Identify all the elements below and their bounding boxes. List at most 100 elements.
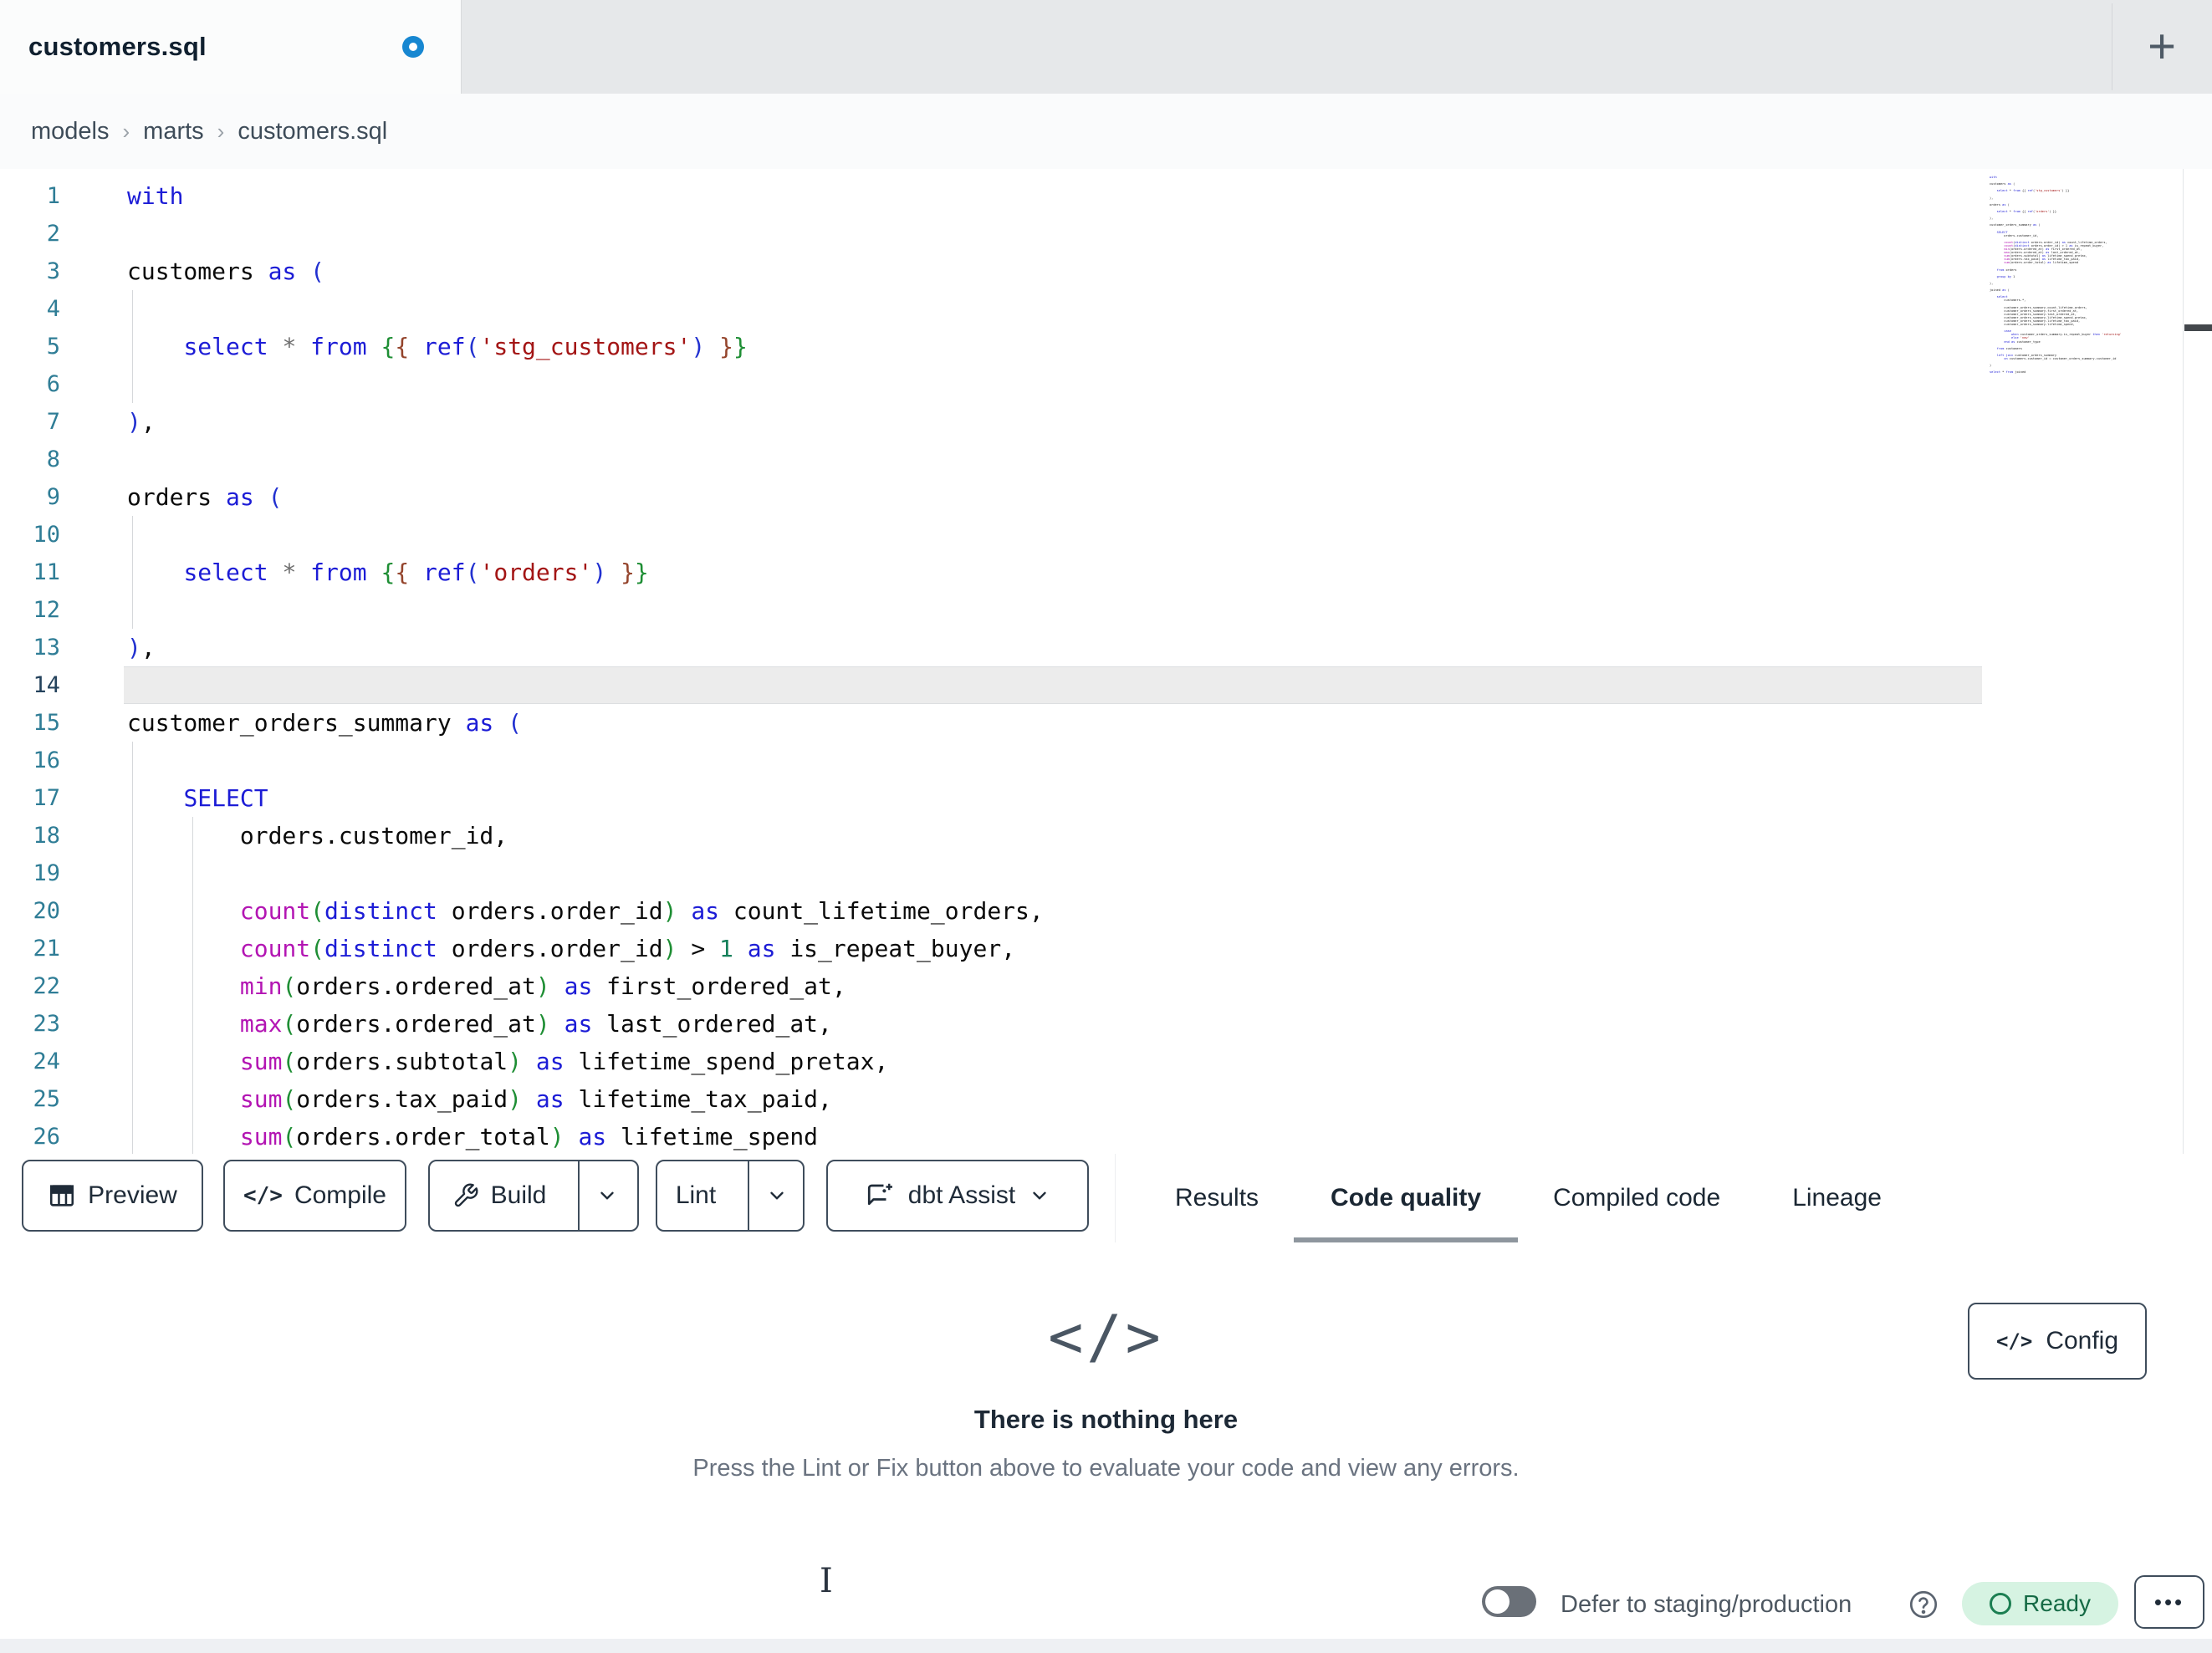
line-code: sum(orders.tax_paid) as lifetime_tax_pai… (239, 1085, 832, 1113)
line-code: max(orders.ordered_at) as last_ordered_a… (239, 1010, 832, 1038)
unsaved-changes-dot-icon (402, 36, 424, 58)
code-line-2[interactable]: 2 (0, 215, 2212, 253)
code-line-20[interactable]: 20 count(distinct orders.order_id) as co… (0, 892, 2212, 930)
build-button[interactable]: Build (432, 1161, 567, 1230)
code-line-18[interactable]: 18 orders.customer_id, (0, 817, 2212, 855)
indent-guide (132, 365, 133, 403)
code-line-17[interactable]: 17 SELECT (0, 779, 2212, 817)
toggle-knob (1485, 1589, 1510, 1614)
status-badge[interactable]: Ready (1962, 1582, 2118, 1625)
line-number: 18 (33, 823, 60, 849)
tab-lineage[interactable]: Lineage (1792, 1154, 1882, 1242)
lint-split-button: Lint (656, 1160, 805, 1232)
code-line-22[interactable]: 22 min(orders.ordered_at) as first_order… (0, 967, 2212, 1005)
preview-button[interactable]: Preview (22, 1160, 203, 1232)
line-number: 11 (33, 559, 60, 585)
line-code: orders as ( (127, 483, 283, 511)
code-line-14[interactable]: 14 (0, 666, 2212, 704)
line-number: 15 (33, 710, 60, 736)
code-line-16[interactable]: 16 (0, 742, 2212, 779)
code-line-5[interactable]: 5 select * from {{ ref('stg_customers') … (0, 328, 2212, 365)
line-number: 26 (33, 1124, 60, 1150)
config-button[interactable]: </> Config (1968, 1303, 2147, 1380)
new-tab-button[interactable]: + (2133, 18, 2190, 75)
code-line-19[interactable]: 19 (0, 855, 2212, 892)
tab-title: customers.sql (28, 32, 207, 61)
preview-label: Preview (88, 1181, 177, 1209)
line-number: 8 (46, 446, 60, 472)
code-icon: </> (243, 1183, 283, 1208)
compile-button[interactable]: </> Compile (223, 1160, 406, 1232)
code-line-6[interactable]: 6 (0, 365, 2212, 403)
code-line-7[interactable]: 7), (0, 403, 2212, 441)
code-line-26[interactable]: 26 sum(orders.order_total) as lifetime_s… (0, 1118, 2212, 1154)
code-line-23[interactable]: 23 max(orders.ordered_at) as last_ordere… (0, 1005, 2212, 1043)
indent-guide (132, 742, 133, 779)
tab-customers-sql[interactable]: customers.sql (0, 0, 462, 94)
ellipsis-icon: ••• (2153, 1589, 2185, 1615)
code-line-25[interactable]: 25 sum(orders.tax_paid) as lifetime_tax_… (0, 1080, 2212, 1118)
help-icon[interactable] (1908, 1589, 1939, 1620)
code-line-4[interactable]: 4 (0, 290, 2212, 328)
chevron-down-icon (1029, 1185, 1050, 1207)
minimap-code: with customers as ( select * from {{ ref… (1990, 176, 2122, 375)
code-line-21[interactable]: 21 count(distinct orders.order_id) > 1 a… (0, 930, 2212, 967)
line-code: count(distinct orders.order_id) as count… (239, 897, 1044, 925)
breadcrumb-item-models[interactable]: models (31, 118, 110, 145)
code-line-9[interactable]: 9 orders as ( (0, 478, 2212, 516)
line-number: 21 (33, 936, 60, 962)
more-options-button[interactable]: ••• (2134, 1575, 2204, 1629)
minimap[interactable]: with customers as ( select * from {{ ref… (1990, 176, 2148, 385)
code-editor[interactable]: 1 with 2 3 customers as (4 5 select * from {{… (0, 169, 2212, 1154)
line-code: customer_orders_summary as ( (127, 709, 523, 737)
breadcrumb-separator: › (217, 118, 225, 144)
file-header-row: models›marts›customers.sql Save (0, 94, 2212, 263)
chevron-down-icon (766, 1185, 788, 1207)
build-dropdown-button[interactable] (578, 1161, 635, 1230)
line-number: 19 (33, 860, 60, 886)
code-line-8[interactable]: 8 (0, 441, 2212, 478)
line-number: 9 (46, 484, 60, 510)
lint-button[interactable]: Lint (656, 1161, 736, 1230)
breadcrumb-item-customers-sql[interactable]: customers.sql (238, 118, 387, 145)
line-number: 1 (46, 183, 60, 209)
breadcrumb: models › marts › customers.sql (31, 94, 387, 169)
tab-results[interactable]: Results (1175, 1154, 1259, 1242)
code-line-15[interactable]: 15 customer_orders_summary as ( (0, 704, 2212, 742)
tab-code-quality[interactable]: Code quality (1294, 1154, 1519, 1242)
code-line-12[interactable]: 12 (0, 591, 2212, 629)
lint-dropdown-button[interactable] (748, 1161, 805, 1230)
code-line-24[interactable]: 24 sum(orders.subtotal) as lifetime_spen… (0, 1043, 2212, 1080)
code-line-11[interactable]: 11 select * from {{ ref('orders') }} (0, 554, 2212, 591)
build-label: Build (490, 1181, 547, 1209)
scrollbar-marker[interactable] (2184, 324, 2212, 331)
toolbar-divider (1115, 1154, 1116, 1242)
line-number: 23 (33, 1011, 60, 1037)
code-icon: </> (1995, 1329, 2033, 1353)
code-line-13[interactable]: 13), (0, 629, 2212, 666)
code-line-3[interactable]: 3 customers as ( (0, 253, 2212, 290)
empty-state-title: There is nothing here (973, 1405, 1239, 1434)
defer-toggle[interactable] (1482, 1586, 1536, 1617)
line-code: with (127, 182, 184, 210)
line-code: count(distinct orders.order_id) > 1 as i… (239, 935, 1016, 962)
code-line-10[interactable]: 10 (0, 516, 2212, 554)
dbt-assist-button[interactable]: dbt Assist (826, 1160, 1089, 1232)
panel-tabs: Results Code quality Compiled code Lineage (1175, 1154, 1882, 1242)
status-bar: Defer to staging/production Ready ••• (0, 1570, 2212, 1639)
code-quality-panel: </> There is nothing here Press the Lint… (0, 1242, 2212, 1571)
status-label: Ready (2023, 1590, 2091, 1616)
code-lines: 1 with 2 3 customers as (4 5 select * from {{… (0, 177, 2212, 1154)
text-cursor-icon: I (820, 1562, 833, 1600)
breadcrumb-item-marts[interactable]: marts (143, 118, 204, 145)
tab-compiled-code[interactable]: Compiled code (1553, 1154, 1720, 1242)
code-line-1[interactable]: 1 with (0, 177, 2212, 215)
assist-chat-sparkle-icon (865, 1181, 895, 1211)
line-number: 16 (33, 747, 60, 773)
line-code: min(orders.ordered_at) as first_ordered_… (239, 972, 846, 1000)
table-grid-icon (48, 1181, 76, 1210)
